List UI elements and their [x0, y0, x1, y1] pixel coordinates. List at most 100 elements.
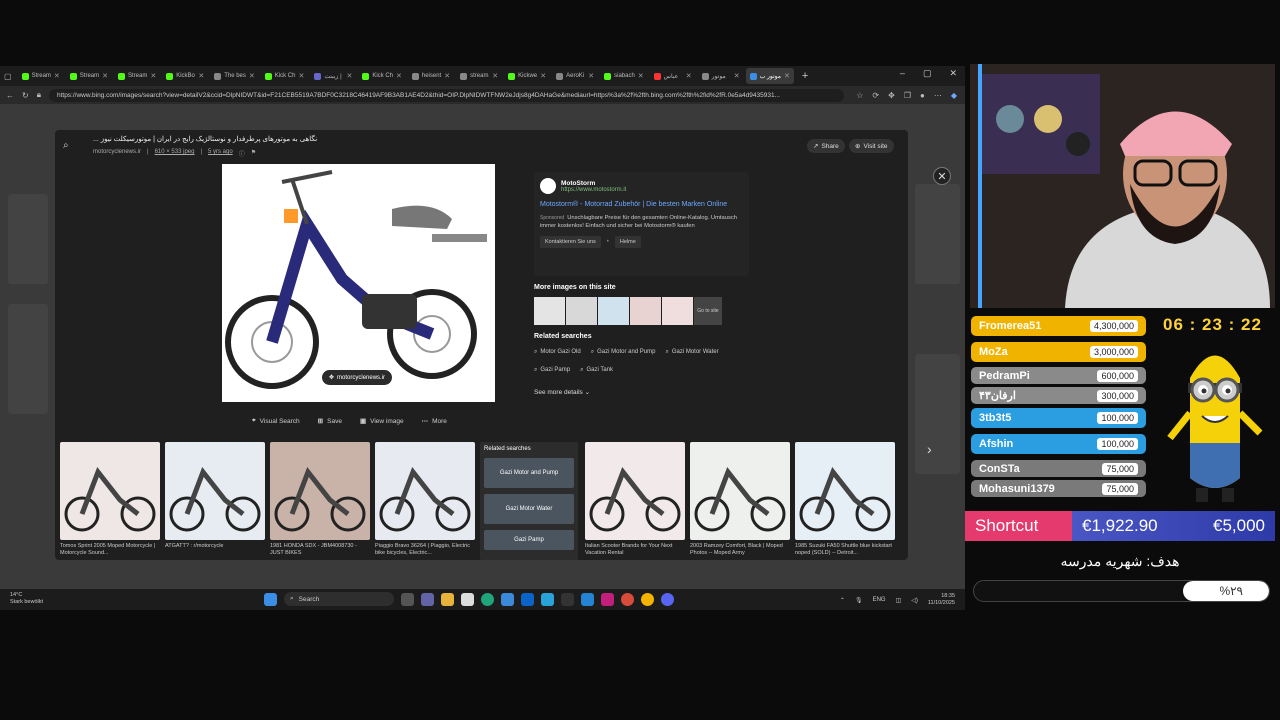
- app-icon[interactable]: [501, 592, 514, 606]
- result-image-card[interactable]: Tomos Sprint 2005 Moped Motorcycle | Mot…: [60, 442, 160, 557]
- browser-tab[interactable]: Stream ✕: [18, 68, 64, 84]
- related-search-chip[interactable]: ⌕ Gazi Pamp: [534, 364, 570, 376]
- terminal-icon[interactable]: [561, 592, 574, 606]
- view-image-button[interactable]: ▣ View image: [360, 417, 404, 426]
- back-icon[interactable]: ←: [6, 91, 14, 100]
- helmets-button[interactable]: Helme: [614, 236, 641, 248]
- teams-icon[interactable]: [421, 592, 434, 606]
- related-search-chip[interactable]: ⌕ Gazi Tank: [580, 364, 613, 376]
- tab-close-icon[interactable]: ✕: [444, 72, 450, 80]
- browser-tab[interactable]: AeroKi ✕: [552, 68, 598, 84]
- tab-close-icon[interactable]: ✕: [150, 72, 156, 80]
- browser-tab[interactable]: stream ✕: [456, 68, 502, 84]
- tab-close-icon[interactable]: ✕: [784, 72, 790, 80]
- settings-more-icon[interactable]: ⋯: [934, 91, 942, 100]
- browser-tab[interactable]: Stream ✕: [114, 68, 160, 84]
- discord-icon[interactable]: [661, 592, 674, 606]
- weather-widget[interactable]: 14°C Stark bewölkt: [10, 592, 43, 606]
- mic-icon[interactable]: 🎙︎: [855, 597, 863, 604]
- see-more-details-button[interactable]: See more details ⌄: [534, 388, 749, 396]
- new-tab-button[interactable]: +: [802, 70, 808, 82]
- save-button[interactable]: ⊞ Save: [318, 417, 342, 426]
- window-menu-icon[interactable]: ▢: [4, 72, 12, 81]
- tab-close-icon[interactable]: ✕: [298, 72, 304, 80]
- result-thumbnail[interactable]: [165, 442, 265, 540]
- browser-tab[interactable]: زیبنت | ✕: [310, 68, 356, 84]
- browser-tab[interactable]: عباس ✕: [650, 68, 696, 84]
- main-moped-image[interactable]: ✥ motorcyclenews.ir: [222, 164, 495, 402]
- result-image-card[interactable]: 2003 Ramzey Comfort, Black | Moped Photo…: [690, 442, 790, 557]
- result-caption[interactable]: ATGATT? : r/motorcycle: [165, 543, 265, 550]
- extensions-icon[interactable]: ✥: [888, 91, 895, 100]
- result-thumbnail[interactable]: [375, 442, 475, 540]
- browser-tab[interactable]: KickBo ✕: [162, 68, 208, 84]
- chrome-icon[interactable]: [641, 592, 654, 606]
- result-caption[interactable]: 1985 Suzuki FA50 Shuttle blue kickstart …: [795, 543, 895, 557]
- site-thumb[interactable]: [598, 297, 629, 325]
- outlook-icon[interactable]: [521, 592, 534, 606]
- result-caption[interactable]: 2003 Ramzey Comfort, Black | Moped Photo…: [690, 543, 790, 557]
- site-thumb[interactable]: [534, 297, 565, 325]
- result-image-card[interactable]: Italian Scooter Brands for Your Next Vac…: [585, 442, 685, 557]
- result-caption[interactable]: Tomos Sprint 2005 Moped Motorcycle | Mot…: [60, 543, 160, 557]
- result-caption[interactable]: Italian Scooter Brands for Your Next Vac…: [585, 543, 685, 557]
- file-explorer-icon[interactable]: [441, 592, 454, 606]
- browser-tab[interactable]: Kick Ch ✕: [358, 68, 406, 84]
- tab-close-icon[interactable]: ✕: [686, 72, 692, 80]
- visit-site-button[interactable]: ⊕ Visit site: [849, 139, 894, 153]
- result-caption[interactable]: Piaggio Bravo 36264 | Piaggio, Electric …: [375, 543, 475, 557]
- favorite-star-icon[interactable]: ☆: [856, 91, 863, 100]
- next-image-chevron-icon[interactable]: ›: [927, 441, 932, 457]
- clock[interactable]: 18:35 11/10/2025: [928, 593, 955, 607]
- ad-title[interactable]: Motostorm® - Motorrad Zubehör | Die best…: [540, 200, 743, 210]
- result-caption[interactable]: 1981 HONDA SDX - JBM4008730 - JUST BIKES: [270, 543, 370, 557]
- result-thumbnail[interactable]: [60, 442, 160, 540]
- contact-us-button[interactable]: Kontaktieren Sie uns: [540, 236, 601, 248]
- site-thumb[interactable]: [662, 297, 693, 325]
- site-thumb[interactable]: [566, 297, 597, 325]
- browser-tab[interactable]: Kickwe ✕: [504, 68, 550, 84]
- tab-close-icon[interactable]: ✕: [346, 72, 352, 80]
- image-title[interactable]: ... نگاهی به موتورهای پرطرفدار و نوستالژ…: [93, 135, 317, 143]
- tab-close-icon[interactable]: ✕: [54, 72, 60, 80]
- related-card-item[interactable]: Gazi Pamp: [484, 530, 574, 550]
- browser-tab[interactable]: Kick Ch ✕: [261, 68, 309, 84]
- image-source-badge[interactable]: ✥ motorcyclenews.ir: [322, 370, 393, 385]
- tab-close-icon[interactable]: ✕: [249, 72, 255, 80]
- browser-tab[interactable]: The bes ✕: [210, 68, 259, 84]
- edge-icon[interactable]: [481, 592, 494, 606]
- go-to-site-button[interactable]: Go to site: [694, 297, 722, 325]
- browser-tab[interactable]: siabach ✕: [600, 68, 648, 84]
- result-thumbnail[interactable]: [795, 442, 895, 540]
- rider-icon[interactable]: [601, 592, 614, 606]
- minimize-icon[interactable]: –: [900, 68, 905, 79]
- refresh-page-icon[interactable]: ⟳: [872, 91, 879, 100]
- tab-close-icon[interactable]: ✕: [396, 72, 402, 80]
- network-icon[interactable]: ◫: [896, 597, 902, 604]
- result-image-card[interactable]: Piaggio Bravo 36264 | Piaggio, Electric …: [375, 442, 475, 557]
- profile-avatar[interactable]: ●: [920, 91, 925, 100]
- share-button[interactable]: ↗ Share: [807, 139, 845, 153]
- more-button[interactable]: ⋯ More: [422, 417, 447, 426]
- refresh-icon[interactable]: ↻: [22, 91, 29, 100]
- tab-close-icon[interactable]: ✕: [540, 72, 546, 80]
- store-icon[interactable]: [461, 592, 474, 606]
- copilot-icon[interactable]: ◆: [951, 91, 957, 100]
- url-field[interactable]: https://www.bing.com/images/search?view=…: [48, 88, 845, 102]
- browser-tab[interactable]: موتور ب ✕: [745, 68, 794, 84]
- maximize-icon[interactable]: ▢: [923, 68, 932, 79]
- browser-tab[interactable]: heisent ✕: [408, 68, 454, 84]
- tab-close-icon[interactable]: ✕: [734, 72, 740, 80]
- app-icon[interactable]: [621, 592, 634, 606]
- vscode-icon[interactable]: [581, 592, 594, 606]
- related-search-chip[interactable]: ⌕ Gazi Motor and Pump: [591, 346, 656, 358]
- report-icon[interactable]: ⚑: [251, 149, 256, 158]
- app-icon[interactable]: [541, 592, 554, 606]
- collections-icon[interactable]: ❐: [904, 91, 911, 100]
- info-icon[interactable]: ⓘ: [239, 149, 245, 158]
- tab-close-icon[interactable]: ✕: [198, 72, 204, 80]
- result-thumbnail[interactable]: [585, 442, 685, 540]
- close-window-icon[interactable]: ✕: [949, 68, 957, 79]
- related-search-chip[interactable]: ⌕ Motor Gazi Old: [534, 346, 581, 358]
- result-image-card[interactable]: ATGATT? : r/motorcycle: [165, 442, 265, 550]
